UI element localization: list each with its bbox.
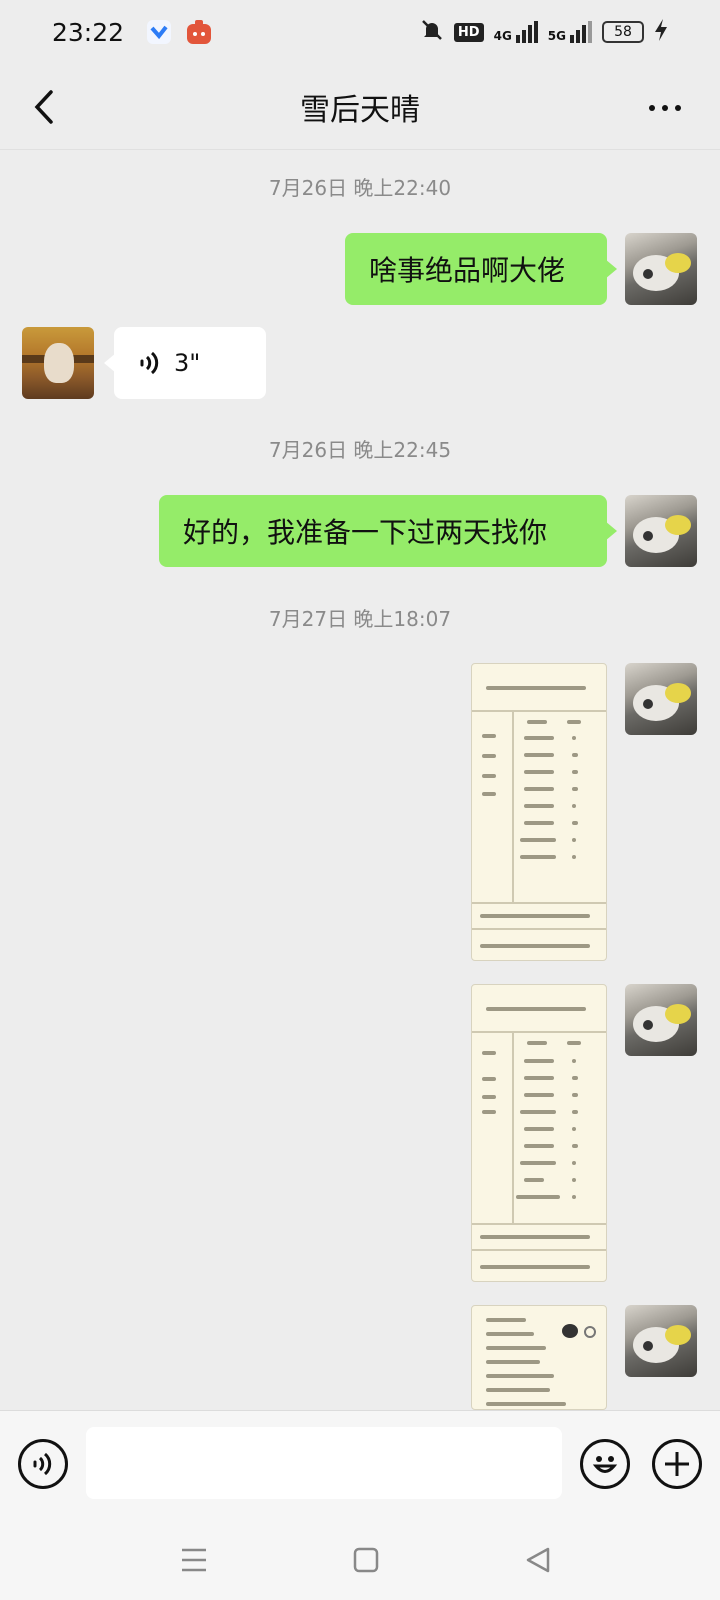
message-bubble-self[interactable]: 好的，我准备一下过两天找你 bbox=[159, 495, 617, 567]
app-notification-icon bbox=[186, 19, 212, 45]
more-button[interactable] bbox=[640, 86, 690, 130]
message-bubble-self[interactable]: 啥事绝品啊大佬 bbox=[345, 233, 617, 305]
voice-duration: 3" bbox=[174, 349, 201, 377]
voice-message-bubble[interactable]: 3" bbox=[104, 327, 266, 399]
avatar-self[interactable] bbox=[625, 1305, 697, 1377]
back-button[interactable] bbox=[18, 82, 68, 132]
mute-bell-icon bbox=[420, 18, 444, 46]
charging-icon bbox=[654, 18, 668, 46]
message-input[interactable] bbox=[86, 1427, 562, 1499]
hd-badge: HD bbox=[453, 22, 484, 42]
home-nav-button[interactable] bbox=[348, 1542, 384, 1578]
avatar-self[interactable] bbox=[625, 233, 697, 305]
avatar-self[interactable] bbox=[625, 663, 697, 735]
message-text: 好的，我准备一下过两天找你 bbox=[183, 516, 548, 549]
avatar-contact[interactable] bbox=[22, 327, 94, 399]
network-label: 5G bbox=[547, 29, 566, 43]
voice-wave-icon bbox=[33, 1452, 52, 1476]
message-timestamp: 7月26日 晚上22:40 bbox=[268, 176, 452, 200]
menu-nav-button[interactable] bbox=[176, 1542, 212, 1578]
signal-icon: 4G bbox=[494, 21, 538, 43]
back-nav-button[interactable] bbox=[520, 1542, 556, 1578]
status-time: 23:22 bbox=[52, 17, 125, 47]
more-dots-icon bbox=[649, 105, 655, 111]
more-actions-button[interactable] bbox=[652, 1439, 702, 1489]
signal-icon: 5G bbox=[548, 21, 592, 43]
menu-icon bbox=[182, 1548, 206, 1572]
triangle-back-icon bbox=[526, 1547, 550, 1573]
chat-title: 雪后天晴 bbox=[300, 92, 420, 128]
message-timestamp: 7月27日 晚上18:07 bbox=[268, 607, 452, 631]
image-message[interactable] bbox=[471, 663, 607, 961]
smile-icon bbox=[592, 1456, 618, 1473]
system-nav-bar bbox=[0, 1516, 720, 1600]
voice-input-button[interactable] bbox=[18, 1439, 68, 1489]
emoji-button[interactable] bbox=[580, 1439, 630, 1489]
chevron-left-icon bbox=[34, 90, 53, 124]
battery-level: 58 bbox=[614, 24, 632, 40]
avatar-self[interactable] bbox=[625, 984, 697, 1056]
avatar-self[interactable] bbox=[625, 495, 697, 567]
app-notification-icon bbox=[146, 19, 172, 45]
input-bar bbox=[0, 1410, 720, 1516]
status-indicators: HD 4G 5G 58 bbox=[420, 18, 668, 46]
chat-header: 雪后天晴 bbox=[0, 64, 720, 150]
battery-indicator: 58 bbox=[602, 21, 644, 43]
voice-wave-icon bbox=[138, 349, 162, 377]
message-text: 啥事绝品啊大佬 bbox=[369, 254, 566, 287]
image-message[interactable] bbox=[471, 984, 607, 1282]
plus-icon bbox=[665, 1452, 689, 1476]
message-timestamp: 7月26日 晚上22:45 bbox=[268, 438, 452, 462]
status-bar: 23:22 HD 4G 5G 58 bbox=[0, 0, 720, 64]
network-label: 4G bbox=[493, 29, 512, 43]
square-icon bbox=[353, 1547, 379, 1573]
image-message[interactable] bbox=[471, 1305, 607, 1410]
